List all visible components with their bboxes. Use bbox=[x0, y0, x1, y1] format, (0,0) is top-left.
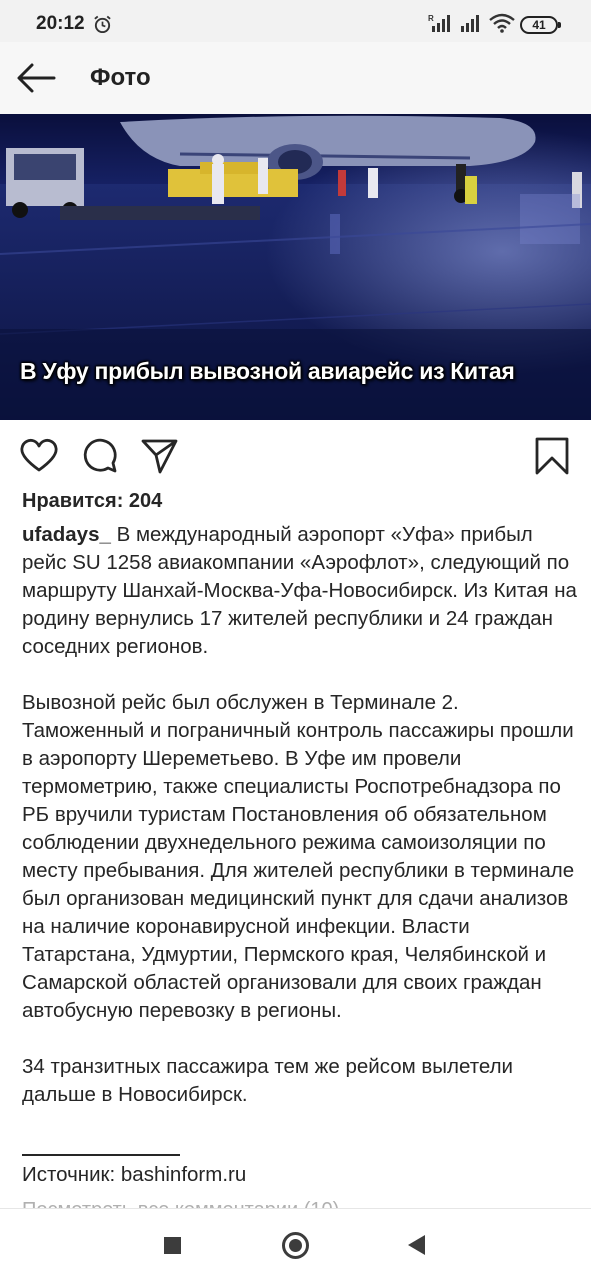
alarm-icon bbox=[94, 15, 111, 34]
svg-text:R: R bbox=[428, 14, 434, 23]
status-bar: 20:12 R 41 bbox=[0, 0, 591, 42]
arrow-left-icon[interactable] bbox=[14, 60, 58, 96]
signal-icon bbox=[461, 15, 479, 32]
caption-divider bbox=[22, 1154, 180, 1156]
app-header: Фото bbox=[0, 42, 591, 114]
post-photo[interactable]: В Уфу прибыл вывозной авиарейс из Китая bbox=[0, 114, 591, 420]
back-triangle-icon[interactable] bbox=[408, 1235, 425, 1255]
photo-caption: В Уфу прибыл вывозной авиарейс из Китая bbox=[20, 358, 515, 384]
caption-paragraph-1: ufadays_ В международный аэропорт «Уфа» … bbox=[22, 521, 578, 661]
caption-paragraph-3: 34 транзитных пассажира тем же рейсом вы… bbox=[22, 1055, 513, 1106]
heart-icon[interactable] bbox=[19, 436, 59, 476]
battery-icon: 41 bbox=[520, 16, 561, 34]
likes-count[interactable]: Нравится: 204 bbox=[22, 490, 162, 513]
system-nav-bar bbox=[0, 1208, 591, 1280]
bookmark-icon[interactable] bbox=[532, 436, 572, 476]
source-line: Источник: bashinform.ru bbox=[22, 1163, 247, 1186]
signal-roaming-icon: R bbox=[428, 14, 450, 32]
wifi-icon bbox=[489, 13, 515, 33]
home-circle-icon[interactable] bbox=[282, 1232, 309, 1259]
post-actions bbox=[0, 428, 591, 484]
comment-icon[interactable] bbox=[80, 436, 120, 476]
status-time: 20:12 bbox=[36, 13, 85, 34]
page-title: Фото bbox=[90, 64, 151, 91]
username[interactable]: ufadays_ bbox=[22, 523, 111, 546]
caption-paragraph-2: Вывозной рейс был обслужен в Терминале 2… bbox=[22, 691, 575, 1022]
share-icon[interactable] bbox=[139, 436, 179, 476]
recents-square-icon[interactable] bbox=[164, 1237, 181, 1254]
post-caption: ufadays_ В международный аэропорт «Уфа» … bbox=[22, 521, 578, 1109]
